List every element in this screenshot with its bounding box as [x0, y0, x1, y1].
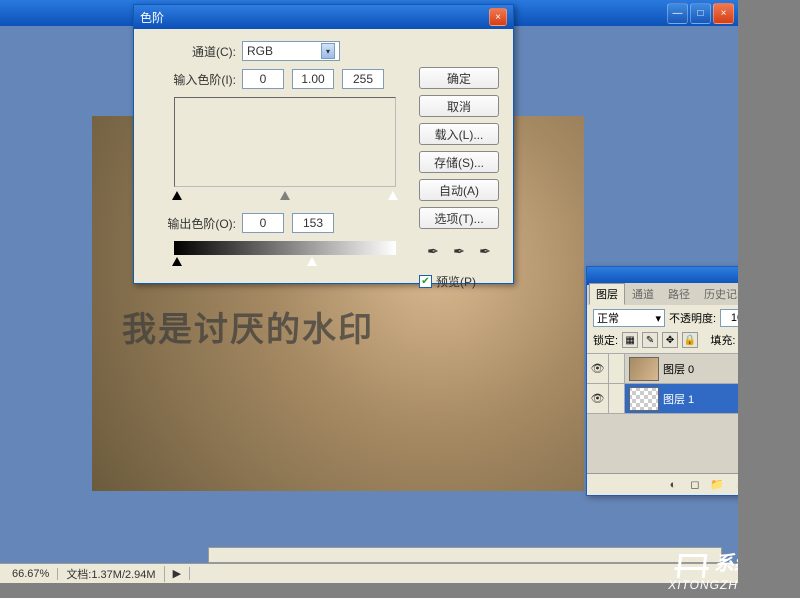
- visibility-eye-icon[interactable]: 👁: [587, 354, 609, 383]
- layer-thumbnail[interactable]: [629, 357, 659, 381]
- cancel-button[interactable]: 取消: [419, 95, 499, 117]
- channel-value: RGB: [247, 44, 273, 58]
- tab-channels[interactable]: 通道: [625, 283, 661, 305]
- input-levels-label: 输入色阶(I):: [146, 71, 236, 88]
- save-button[interactable]: 存储(S)...: [419, 151, 499, 173]
- auto-button[interactable]: 自动(A): [419, 179, 499, 201]
- dialog-close-button[interactable]: ×: [489, 8, 507, 26]
- output-levels-label: 输出色阶(O):: [146, 215, 236, 232]
- dialog-titlebar[interactable]: 色阶 ×: [134, 5, 513, 29]
- blend-mode-select[interactable]: 正常 ▾: [593, 309, 665, 327]
- lock-all-icon[interactable]: 🔒: [682, 332, 698, 348]
- black-eyedropper-icon[interactable]: ✒: [423, 241, 443, 261]
- lock-transparency-icon[interactable]: ▦: [622, 332, 638, 348]
- channel-select[interactable]: RGB ▾: [242, 41, 340, 61]
- house-icon: [676, 554, 707, 578]
- link-column[interactable]: [609, 354, 625, 383]
- output-black-slider[interactable]: [172, 257, 182, 266]
- right-workspace: [738, 0, 800, 598]
- input-slider-track[interactable]: [174, 191, 396, 203]
- lock-position-icon[interactable]: ✥: [662, 332, 678, 348]
- opacity-label: 不透明度:: [669, 310, 716, 326]
- link-column[interactable]: [609, 384, 625, 413]
- gray-eyedropper-icon[interactable]: ✒: [449, 241, 469, 261]
- lock-pixels-icon[interactable]: ✎: [642, 332, 658, 348]
- layer-name[interactable]: 图层 0: [663, 361, 694, 377]
- tab-paths[interactable]: 路径: [661, 283, 697, 305]
- lock-label: 锁定:: [593, 332, 618, 348]
- status-arrow-icon[interactable]: ▶: [165, 567, 190, 580]
- ok-button[interactable]: 确定: [419, 67, 499, 89]
- output-black-field[interactable]: 0: [242, 213, 284, 233]
- white-eyedropper-icon[interactable]: ✒: [475, 241, 495, 261]
- white-point-slider[interactable]: [388, 191, 398, 200]
- minimize-button[interactable]: —: [667, 3, 688, 24]
- new-group-icon[interactable]: 📁: [709, 477, 725, 493]
- channel-label: 通道(C):: [146, 43, 236, 60]
- layer-thumbnail[interactable]: [629, 387, 659, 411]
- watermark-text: 我是讨厌的水印: [122, 302, 374, 351]
- chevron-down-icon: ▾: [655, 312, 661, 325]
- levels-dialog: 色阶 × 通道(C): RGB ▾ 输入色阶(I): 0 1.00 255 输出…: [133, 4, 514, 284]
- horizontal-scrollbar[interactable]: [208, 547, 722, 563]
- maximize-button[interactable]: □: [690, 3, 711, 24]
- output-white-field[interactable]: 153: [292, 213, 334, 233]
- tab-layers[interactable]: 图层: [589, 283, 625, 305]
- fill-label: 填充:: [710, 332, 735, 348]
- preview-checkbox[interactable]: ✔: [419, 275, 432, 288]
- black-point-slider[interactable]: [172, 191, 182, 200]
- zoom-level[interactable]: 66.67%: [4, 568, 58, 580]
- options-button[interactable]: 选项(T)...: [419, 207, 499, 229]
- layer-mask-icon[interactable]: ◻: [687, 477, 703, 493]
- layer-name[interactable]: 图层 1: [663, 391, 694, 407]
- output-white-slider[interactable]: [307, 257, 317, 266]
- visibility-eye-icon[interactable]: 👁: [587, 384, 609, 413]
- blend-mode-value: 正常: [597, 310, 619, 326]
- close-button[interactable]: ×: [713, 3, 734, 24]
- output-gradient: [174, 241, 396, 255]
- histogram: [174, 97, 396, 187]
- chevron-down-icon: ▾: [321, 43, 335, 59]
- output-slider-track[interactable]: [174, 257, 396, 269]
- dialog-title: 色阶: [140, 9, 164, 26]
- status-bar: 66.67% 文档:1.37M/2.94M ▶: [0, 563, 738, 583]
- input-white-field[interactable]: 255: [342, 69, 384, 89]
- input-black-field[interactable]: 0: [242, 69, 284, 89]
- preview-label: 预览(P): [436, 273, 476, 290]
- midtone-slider[interactable]: [280, 191, 290, 200]
- input-gamma-field[interactable]: 1.00: [292, 69, 334, 89]
- doc-size: 文档:1.37M/2.94M: [58, 566, 164, 582]
- load-button[interactable]: 载入(L)...: [419, 123, 499, 145]
- layer-style-icon[interactable]: ◐: [665, 477, 681, 493]
